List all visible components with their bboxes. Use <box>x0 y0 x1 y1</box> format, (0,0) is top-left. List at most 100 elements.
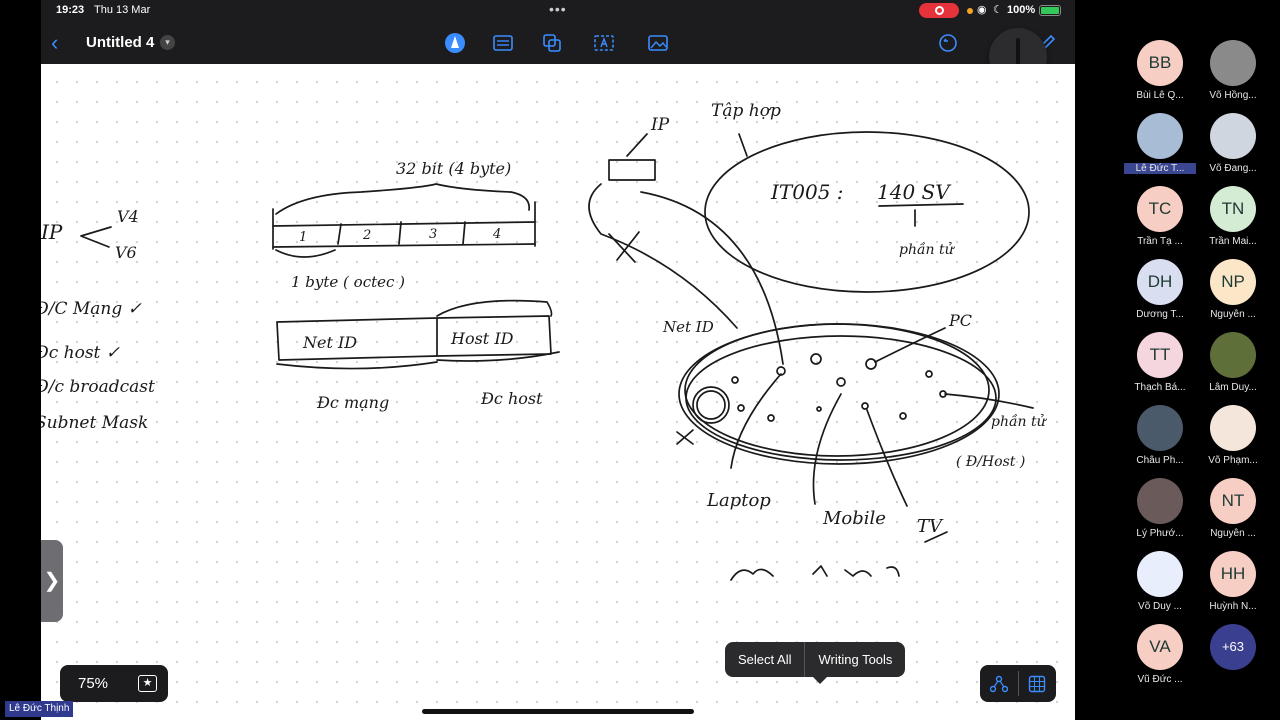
undo-icon[interactable] <box>937 32 959 54</box>
avatar <box>1210 40 1256 86</box>
participant-tile[interactable]: DH Dương T... <box>1124 259 1196 329</box>
photo-icon[interactable] <box>647 32 669 54</box>
battery-icon <box>1039 5 1061 16</box>
bottom-right-tools <box>980 665 1056 702</box>
avatar: HH <box>1210 551 1256 597</box>
participant-tile[interactable]: Châu Ph... <box>1124 405 1196 475</box>
note-v6: V6 <box>115 243 137 262</box>
note-v4: V4 <box>117 207 139 226</box>
participant-name: Trần Mai... <box>1209 236 1257 247</box>
participant-tile[interactable]: NP Nguyễn ... <box>1197 259 1269 329</box>
note-dc-host: Đc host <box>480 389 543 408</box>
participant-name: Châu Ph... <box>1136 455 1184 466</box>
participant-name: Nguyễn ... <box>1210 309 1256 320</box>
avatar <box>1137 113 1183 159</box>
graph-nodes-icon[interactable] <box>990 675 1008 693</box>
octet-1: 1 <box>299 230 307 245</box>
note-it005: IT005 : <box>770 180 844 204</box>
participant-name: Thạch Bá... <box>1134 382 1186 393</box>
avatar <box>1210 405 1256 451</box>
title-chevron-down-icon[interactable]: ▾ <box>160 35 175 50</box>
participant-tile[interactable]: TN Trần Mai... <box>1197 186 1269 256</box>
avatar: VA <box>1137 624 1183 670</box>
zoom-control[interactable]: 75% ★ <box>60 665 168 702</box>
note-dhost: ( Đ/Host ) <box>956 454 1025 470</box>
ipad-screen: 19:23 Thu 13 Mar ••• ◉ ☾ 100% ‹ Untitled… <box>41 0 1075 720</box>
note-list-4: Subnet Mask <box>41 413 148 433</box>
note-byte: 1 byte ( octec ) <box>291 273 405 291</box>
participant-tile[interactable]: HH Huỳnh N... <box>1197 551 1269 621</box>
multitask-dots-icon[interactable]: ••• <box>549 1 567 17</box>
note-list-2: Đc host ✓ <box>41 343 120 363</box>
shapes-icon[interactable] <box>541 32 563 54</box>
participant-name: Huỳnh N... <box>1209 601 1257 612</box>
note-hostid: Host ID <box>450 329 514 348</box>
focus-moon-icon: ☾ <box>993 4 1003 16</box>
participant-tile[interactable]: Võ Đang... <box>1197 113 1269 183</box>
participant-tile[interactable]: Võ Duy ... <box>1124 551 1196 621</box>
participant-tile[interactable]: NT Nguyễn ... <box>1197 478 1269 548</box>
note-tv: TV <box>917 516 944 537</box>
pen-tool-icon[interactable] <box>444 32 466 54</box>
octet-4: 4 <box>492 227 501 242</box>
textbox-icon[interactable] <box>593 32 615 54</box>
avatar: DH <box>1137 259 1183 305</box>
note-phan-tu: phần tử <box>899 241 956 258</box>
note-list-1: Đ/C Mạng ✓ <box>41 299 142 319</box>
participant-tile[interactable]: Lâm Duy... <box>1197 332 1269 402</box>
text-format-icon[interactable] <box>492 32 514 54</box>
status-date: Thu 13 Mar <box>94 4 151 16</box>
brace-stroke <box>275 183 531 215</box>
ip-branch-stroke <box>80 226 112 248</box>
participant-name: Võ Phạm... <box>1208 455 1258 466</box>
grid-icon[interactable] <box>1028 675 1046 693</box>
participant-tile[interactable]: Lê Đức T... <box>1124 113 1196 183</box>
writing-tools-button[interactable]: Writing Tools <box>805 642 905 677</box>
mic-indicator-icon <box>967 8 973 14</box>
avatar <box>1137 405 1183 451</box>
more-participants-badge: +63 <box>1210 624 1256 670</box>
participant-tile[interactable]: Võ Phạm... <box>1197 405 1269 475</box>
screen-record-icon[interactable] <box>919 3 959 18</box>
note-tap-hop: Tập hợp <box>711 101 781 121</box>
select-all-button[interactable]: Select All <box>725 642 804 677</box>
handwritten-notes: IP V4 V6 Đ/C Mạng ✓ Đc host ✓ Đ/c broadc… <box>41 101 1048 581</box>
status-bar: 19:23 Thu 13 Mar ••• ◉ ☾ 100% <box>41 0 1075 22</box>
participant-name: Lý Phướ... <box>1136 528 1184 539</box>
participant-name: Bùi Lê Q... <box>1136 90 1184 101</box>
avatar <box>1137 551 1183 597</box>
participant-name: Trần Tạ ... <box>1137 236 1183 247</box>
context-menu-arrow <box>813 677 827 684</box>
participant-tile[interactable]: Võ Hồng... <box>1197 40 1269 110</box>
drawing-canvas[interactable]: IP V4 V6 Đ/C Mạng ✓ Đc host ✓ Đ/c broadc… <box>41 64 1075 720</box>
document-title[interactable]: Untitled 4 <box>86 34 154 51</box>
participant-tile[interactable]: BB Bùi Lê Q... <box>1124 40 1196 110</box>
avatar: NP <box>1210 259 1256 305</box>
note-list-3: Đ/c broadcast <box>41 377 155 397</box>
self-view-name-label: Lê Đức Thịnh <box>5 701 74 717</box>
participant-tile[interactable]: +63 <box>1197 624 1269 694</box>
note-netid-2: Net ID <box>662 318 714 336</box>
participant-tile[interactable]: Lý Phướ... <box>1124 478 1196 548</box>
back-chevron-icon[interactable]: ‹ <box>51 30 58 56</box>
octet-3: 3 <box>429 227 437 242</box>
zoom-level[interactable]: 75% <box>78 675 108 692</box>
note-mobile: Mobile <box>822 508 886 529</box>
note-ip-2: IP <box>650 115 670 135</box>
avatar: BB <box>1137 40 1183 86</box>
participant-name: Nguyễn ... <box>1210 528 1256 539</box>
favorite-star-icon[interactable]: ★ <box>138 675 157 692</box>
note-netid: Net ID <box>302 333 357 352</box>
avatar: TT <box>1137 332 1183 378</box>
participant-name: Võ Hồng... <box>1209 90 1257 101</box>
sidebar-expand-chevron-icon[interactable]: ❯ <box>41 540 63 622</box>
participant-tile[interactable]: TC Trần Tạ ... <box>1124 186 1196 256</box>
wifi-icon: ◉ <box>977 4 987 16</box>
avatar <box>1210 332 1256 378</box>
participant-tile[interactable]: VA Vũ Đức ... <box>1124 624 1196 694</box>
participant-tile[interactable]: TT Thạch Bá... <box>1124 332 1196 402</box>
octet-2: 2 <box>362 228 371 243</box>
status-time: 19:23 <box>56 4 85 16</box>
note-32bit: 32 bit (4 byte) <box>396 159 511 178</box>
participant-name: Lâm Duy... <box>1209 382 1257 393</box>
